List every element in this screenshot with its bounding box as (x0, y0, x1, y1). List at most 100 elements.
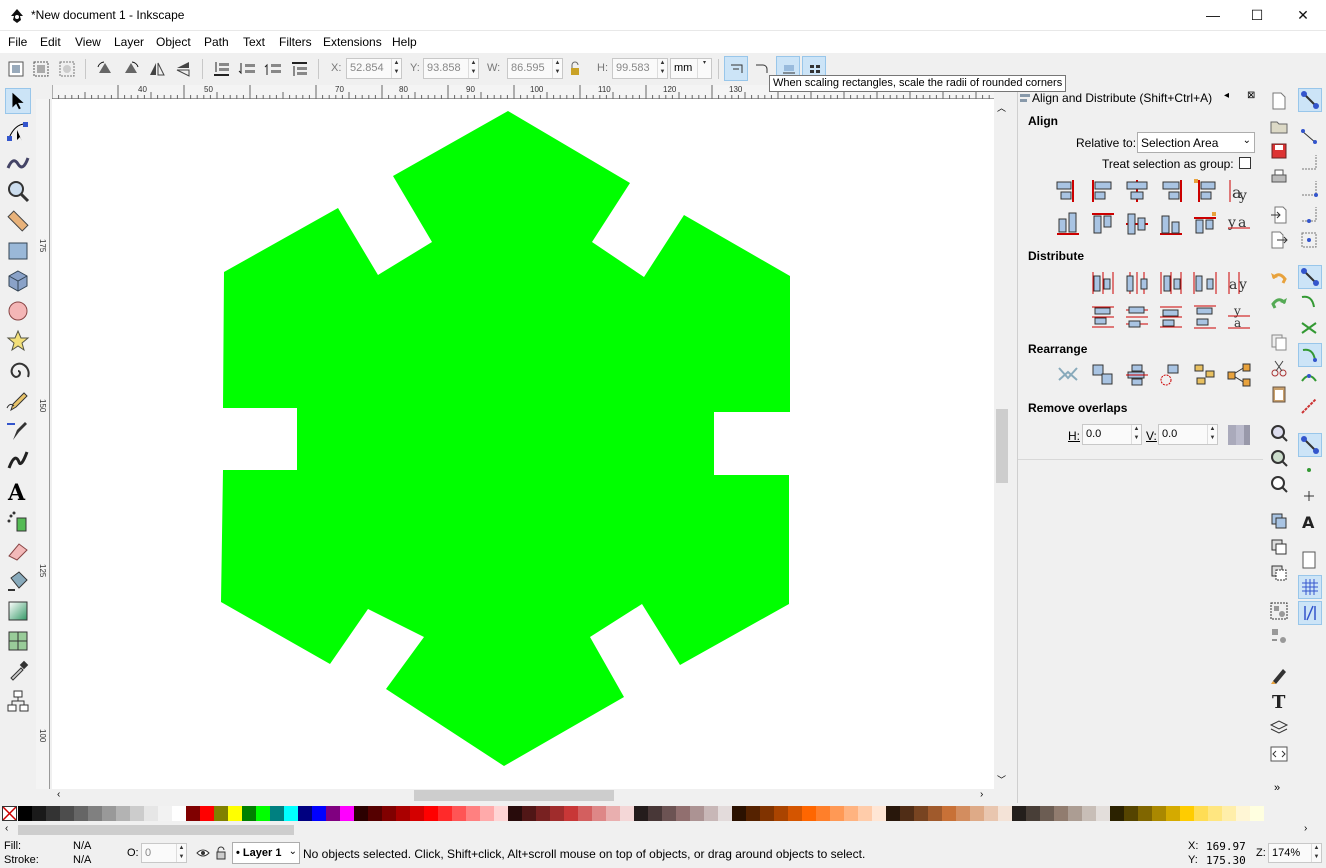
distribute-centers-horizontal-button[interactable] (1124, 270, 1150, 296)
color-swatch[interactable] (1026, 806, 1040, 821)
relative-to-select[interactable]: Selection Area ⌄ (1137, 132, 1255, 153)
snap-page-border-icon[interactable] (1298, 549, 1322, 573)
panel-close-icon[interactable]: ⊠ (1247, 90, 1255, 101)
layer-lock-icon[interactable] (215, 846, 227, 860)
exchange-clockwise-button[interactable] (1158, 362, 1184, 388)
color-swatch[interactable] (466, 806, 480, 821)
selector-tool[interactable] (5, 88, 31, 114)
menu-text[interactable]: Text (243, 35, 265, 49)
graph-layout-button[interactable] (1055, 362, 1081, 388)
lower-to-bottom-icon[interactable] (211, 59, 231, 79)
color-swatch[interactable] (438, 806, 452, 821)
color-swatch[interactable] (186, 806, 200, 821)
paint-bucket-tool[interactable] (5, 568, 31, 594)
opacity-input[interactable]: 0 ▲ ▼ (141, 843, 187, 863)
color-swatch[interactable] (102, 806, 116, 821)
raise-icon[interactable] (263, 59, 283, 79)
color-swatch[interactable] (816, 806, 830, 821)
color-swatch[interactable] (410, 806, 424, 821)
select-all-layers-icon[interactable] (31, 59, 51, 79)
color-swatch[interactable] (326, 806, 340, 821)
snap-nodes-icon[interactable] (1298, 265, 1322, 289)
palette-scroll-thumb[interactable] (18, 825, 294, 835)
color-swatch[interactable] (1012, 806, 1026, 821)
color-swatch[interactable] (452, 806, 466, 821)
paste-icon[interactable] (1269, 384, 1289, 404)
color-swatch[interactable] (1110, 806, 1124, 821)
color-swatch[interactable] (564, 806, 578, 821)
color-swatch[interactable] (886, 806, 900, 821)
color-swatch[interactable] (970, 806, 984, 821)
color-swatch[interactable] (704, 806, 718, 821)
color-swatch[interactable] (74, 806, 88, 821)
export-icon[interactable] (1269, 230, 1289, 250)
panel-collapse-icon[interactable]: ◂ (1224, 90, 1229, 101)
color-swatch[interactable] (368, 806, 382, 821)
color-swatch[interactable] (60, 806, 74, 821)
fill-stroke-icon[interactable] (1269, 665, 1289, 685)
ellipse-tool[interactable] (5, 298, 31, 324)
unlink-clone-icon[interactable] (1269, 563, 1289, 583)
color-swatch[interactable] (942, 806, 956, 821)
color-swatch[interactable] (396, 806, 410, 821)
unit-select[interactable]: mm ▾ (670, 58, 712, 79)
eraser-tool[interactable] (5, 538, 31, 564)
tweak-tool[interactable] (5, 148, 31, 174)
zoom-selection-icon[interactable] (1269, 423, 1289, 443)
color-swatch[interactable] (354, 806, 368, 821)
text-tool[interactable]: A (5, 478, 31, 506)
snap-bbox-midpoints-icon[interactable] (1298, 203, 1322, 227)
color-swatch[interactable] (956, 806, 970, 821)
maximize-button[interactable]: ☐ (1234, 0, 1280, 30)
distribute-gaps-vertical-button[interactable] (1192, 304, 1218, 330)
color-swatch[interactable] (172, 806, 186, 821)
color-swatch[interactable] (648, 806, 662, 821)
color-swatch[interactable] (214, 806, 228, 821)
color-swatch[interactable] (200, 806, 214, 821)
distribute-left-edges-button[interactable] (1090, 270, 1116, 296)
snap-object-centers-icon[interactable] (1298, 459, 1322, 483)
color-swatch[interactable] (480, 806, 494, 821)
calligraphy-tool[interactable] (5, 448, 31, 474)
menu-path[interactable]: Path (204, 35, 229, 49)
color-swatch[interactable] (690, 806, 704, 821)
color-swatch[interactable] (1096, 806, 1110, 821)
randomize-positions-button[interactable] (1192, 362, 1218, 388)
horizontal-scroll-thumb[interactable] (414, 790, 614, 801)
lower-icon[interactable] (237, 59, 257, 79)
align-top-to-bottom-button[interactable] (1192, 211, 1218, 237)
color-swatch[interactable] (1138, 806, 1152, 821)
color-swatch[interactable] (1152, 806, 1166, 821)
color-swatch[interactable] (606, 806, 620, 821)
snap-bbox-corners-icon[interactable] (1298, 177, 1322, 201)
star-tool[interactable] (5, 328, 31, 354)
color-swatch[interactable] (340, 806, 354, 821)
color-swatch[interactable] (1082, 806, 1096, 821)
color-swatch[interactable] (270, 806, 284, 821)
color-swatch[interactable] (424, 806, 438, 821)
zoom-page-icon[interactable] (1269, 474, 1289, 494)
color-swatch[interactable] (508, 806, 522, 821)
more-commands-icon[interactable]: » (1274, 782, 1280, 794)
distribute-baselines-horizontal-button[interactable]: ay (1226, 270, 1252, 296)
color-swatch[interactable] (1054, 806, 1068, 821)
color-swatch[interactable] (1222, 806, 1236, 821)
select-all-icon[interactable] (6, 59, 26, 79)
exchange-z-order-button[interactable] (1124, 362, 1150, 388)
deselect-icon[interactable] (57, 59, 77, 79)
color-swatch[interactable] (312, 806, 326, 821)
overlap-h-input[interactable]: 0.0 ▲ ▼ (1082, 424, 1142, 445)
gradient-tool[interactable] (5, 598, 31, 624)
center-on-horizontal-axis-button[interactable] (1124, 211, 1150, 237)
color-swatch[interactable] (774, 806, 788, 821)
close-button[interactable]: ✕ (1280, 0, 1326, 30)
color-swatch[interactable] (746, 806, 760, 821)
distribute-right-edges-button[interactable] (1158, 270, 1184, 296)
remove-overlaps-button[interactable] (1226, 422, 1252, 448)
menu-object[interactable]: Object (156, 35, 191, 49)
raise-to-top-icon[interactable] (289, 59, 309, 79)
color-swatch[interactable] (158, 806, 172, 821)
color-swatch[interactable] (242, 806, 256, 821)
zoom-drawing-icon[interactable] (1269, 448, 1289, 468)
vertical-scroll-thumb[interactable] (996, 409, 1008, 483)
